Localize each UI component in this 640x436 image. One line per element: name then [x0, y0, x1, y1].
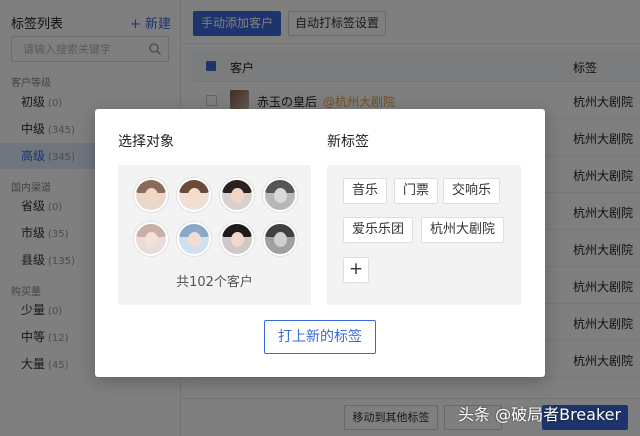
tag-chip-grand-theatre[interactable]: 杭州大剧院 — [421, 217, 505, 243]
avatar — [177, 222, 211, 256]
select-target-title: 选择对象 — [118, 134, 174, 150]
tag-chip-philharmonic[interactable]: 爱乐乐团 — [343, 217, 414, 243]
new-tags-panel: 音乐 门票 交响乐 爱乐乐团 杭州大剧院 + — [327, 165, 521, 305]
new-tag-title: 新标签 — [327, 134, 369, 150]
selected-customers-panel: 共102个客户 — [118, 165, 311, 305]
add-tag-button[interactable]: + — [343, 257, 369, 283]
avatar — [177, 178, 211, 212]
apply-new-tags-button[interactable]: 打上新的标签 — [264, 320, 376, 354]
watermark-text: 头条 @破局者Breaker — [458, 405, 622, 424]
avatar — [220, 178, 254, 212]
avatar — [263, 178, 297, 212]
avatar — [220, 222, 254, 256]
avatar — [134, 222, 168, 256]
tag-chip-music[interactable]: 音乐 — [343, 178, 388, 204]
avatar — [263, 222, 297, 256]
avatar — [134, 178, 168, 212]
tag-chip-ticket[interactable]: 门票 — [394, 178, 439, 204]
tag-chip-symphony[interactable]: 交响乐 — [443, 178, 501, 204]
batch-tag-dialog: 选择对象 新标签 共102个客户 音乐 门票 交响乐 爱乐乐团 杭州大剧院 + … — [95, 109, 545, 377]
customer-count: 共102个客户 — [176, 275, 253, 290]
